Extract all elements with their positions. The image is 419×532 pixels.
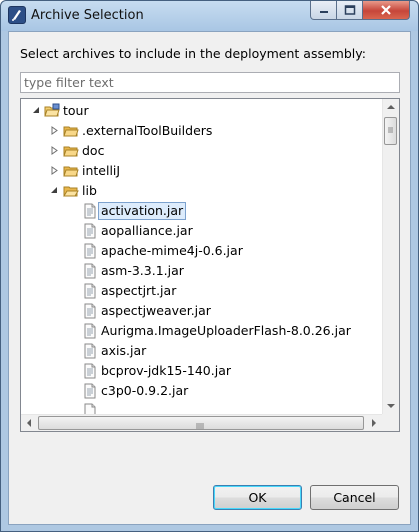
collapsed-arrow-icon[interactable] <box>50 126 59 135</box>
tree-item-label: apache-mime4j-0.6.jar <box>101 243 243 258</box>
tree-item-label: bcprov-jdk15-140.jar <box>101 363 231 378</box>
tree-item-jar[interactable]: aspectjweaver.jar <box>21 301 381 321</box>
tree-item-label: c3p0-0.9.2.jar <box>101 383 189 398</box>
tree-item-label: axis.jar <box>101 343 147 358</box>
tree-item-label: aspectjweaver.jar <box>101 303 211 318</box>
tree-item-jar[interactable]: bcprov-jdk15-140.jar <box>21 361 381 381</box>
tree-item-label: intelliJ <box>82 163 121 178</box>
horizontal-scrollbar[interactable] <box>21 414 382 431</box>
tree-item-lib[interactable]: lib <box>21 181 381 201</box>
scroll-down-arrow-icon[interactable] <box>383 397 399 414</box>
maximize-icon <box>344 5 355 15</box>
tree-item-label: aopalliance.jar <box>101 223 193 238</box>
collapsed-arrow-icon[interactable] <box>50 146 59 155</box>
tree-item-label: Aurigma.ImageUploaderFlash-8.0.26.jar <box>101 323 351 338</box>
dialog-window: Archive Selection Select archives to inc… <box>0 0 419 532</box>
maximize-button[interactable] <box>337 1 363 20</box>
tree-item-jar[interactable]: asm-3.3.1.jar <box>21 261 381 281</box>
tree-item-tour[interactable]: tour <box>21 101 381 121</box>
instruction-text: Select archives to include in the deploy… <box>20 46 366 61</box>
tree-item-jar[interactable]: axis.jar <box>21 341 381 361</box>
open-folder-icon <box>63 186 79 197</box>
grip-icon <box>196 423 204 429</box>
tree-item-label: asm-3.3.1.jar <box>101 263 184 278</box>
scroll-right-arrow-icon[interactable] <box>365 415 382 431</box>
collapsed-arrow-icon[interactable] <box>50 166 59 175</box>
scrollbar-corner <box>382 414 399 431</box>
minimize-button[interactable] <box>310 1 337 20</box>
tree-item-jar[interactable]: activation.jar <box>21 201 381 221</box>
jar-file-icon <box>84 283 96 299</box>
close-button[interactable] <box>363 1 410 20</box>
jar-file-icon <box>84 303 96 319</box>
jar-file-icon <box>84 223 96 239</box>
jar-file-icon <box>84 263 96 279</box>
archive-tree[interactable]: tour .externalToolBuilders doc intelliJ … <box>20 98 400 432</box>
horizontal-scroll-thumb[interactable] <box>38 416 364 430</box>
folder-icon <box>63 146 79 157</box>
expanded-arrow-icon[interactable] <box>50 186 59 195</box>
close-icon <box>381 5 391 15</box>
tree-item-label: lib <box>82 183 97 198</box>
tree-item-jar[interactable]: Aurigma.ImageUploaderFlash-8.0.26.jar <box>21 321 381 341</box>
project-folder-icon <box>44 103 60 117</box>
expanded-arrow-icon[interactable] <box>32 106 41 115</box>
scroll-left-arrow-icon[interactable] <box>21 415 38 431</box>
tree-item-label: aspectjrt.jar <box>101 283 177 298</box>
eclipse-app-icon <box>8 6 26 24</box>
tree-item-folder[interactable]: intelliJ <box>21 161 381 181</box>
vertical-scrollbar[interactable] <box>382 99 399 414</box>
tree-item-label: activation.jar <box>98 202 187 220</box>
jar-file-icon <box>84 203 96 219</box>
jar-file-icon <box>84 363 96 379</box>
scroll-up-arrow-icon[interactable] <box>383 99 399 116</box>
jar-file-icon <box>84 343 96 359</box>
filter-input[interactable] <box>20 72 400 93</box>
tree-item-label: .externalToolBuilders <box>82 123 213 138</box>
folder-icon <box>63 166 79 177</box>
tree-item-jar[interactable]: c3p0-0.9.2.jar <box>21 381 381 401</box>
folder-icon <box>63 126 79 137</box>
tree-item-jar[interactable]: apache-mime4j-0.6.jar <box>21 241 381 261</box>
dialog-client-area: Select archives to include in the deploy… <box>8 31 411 525</box>
jar-file-icon <box>84 383 96 399</box>
jar-file-icon <box>84 243 96 259</box>
window-title: Archive Selection <box>31 8 144 23</box>
cancel-button[interactable]: Cancel <box>310 485 399 510</box>
minimize-icon <box>319 11 328 13</box>
ok-button[interactable]: OK <box>213 485 302 510</box>
grip-icon <box>388 127 393 133</box>
title-bar[interactable]: Archive Selection <box>1 1 418 31</box>
tree-item-label: tour <box>63 103 89 118</box>
tree-item-jar[interactable]: aopalliance.jar <box>21 221 381 241</box>
tree-item-label: doc <box>82 143 105 158</box>
tree-item-folder[interactable]: .externalToolBuilders <box>21 121 381 141</box>
tree-item-jar[interactable]: aspectjrt.jar <box>21 281 381 301</box>
vertical-scroll-thumb[interactable] <box>384 117 397 145</box>
jar-file-icon <box>84 323 96 339</box>
tree-item-folder[interactable]: doc <box>21 141 381 161</box>
